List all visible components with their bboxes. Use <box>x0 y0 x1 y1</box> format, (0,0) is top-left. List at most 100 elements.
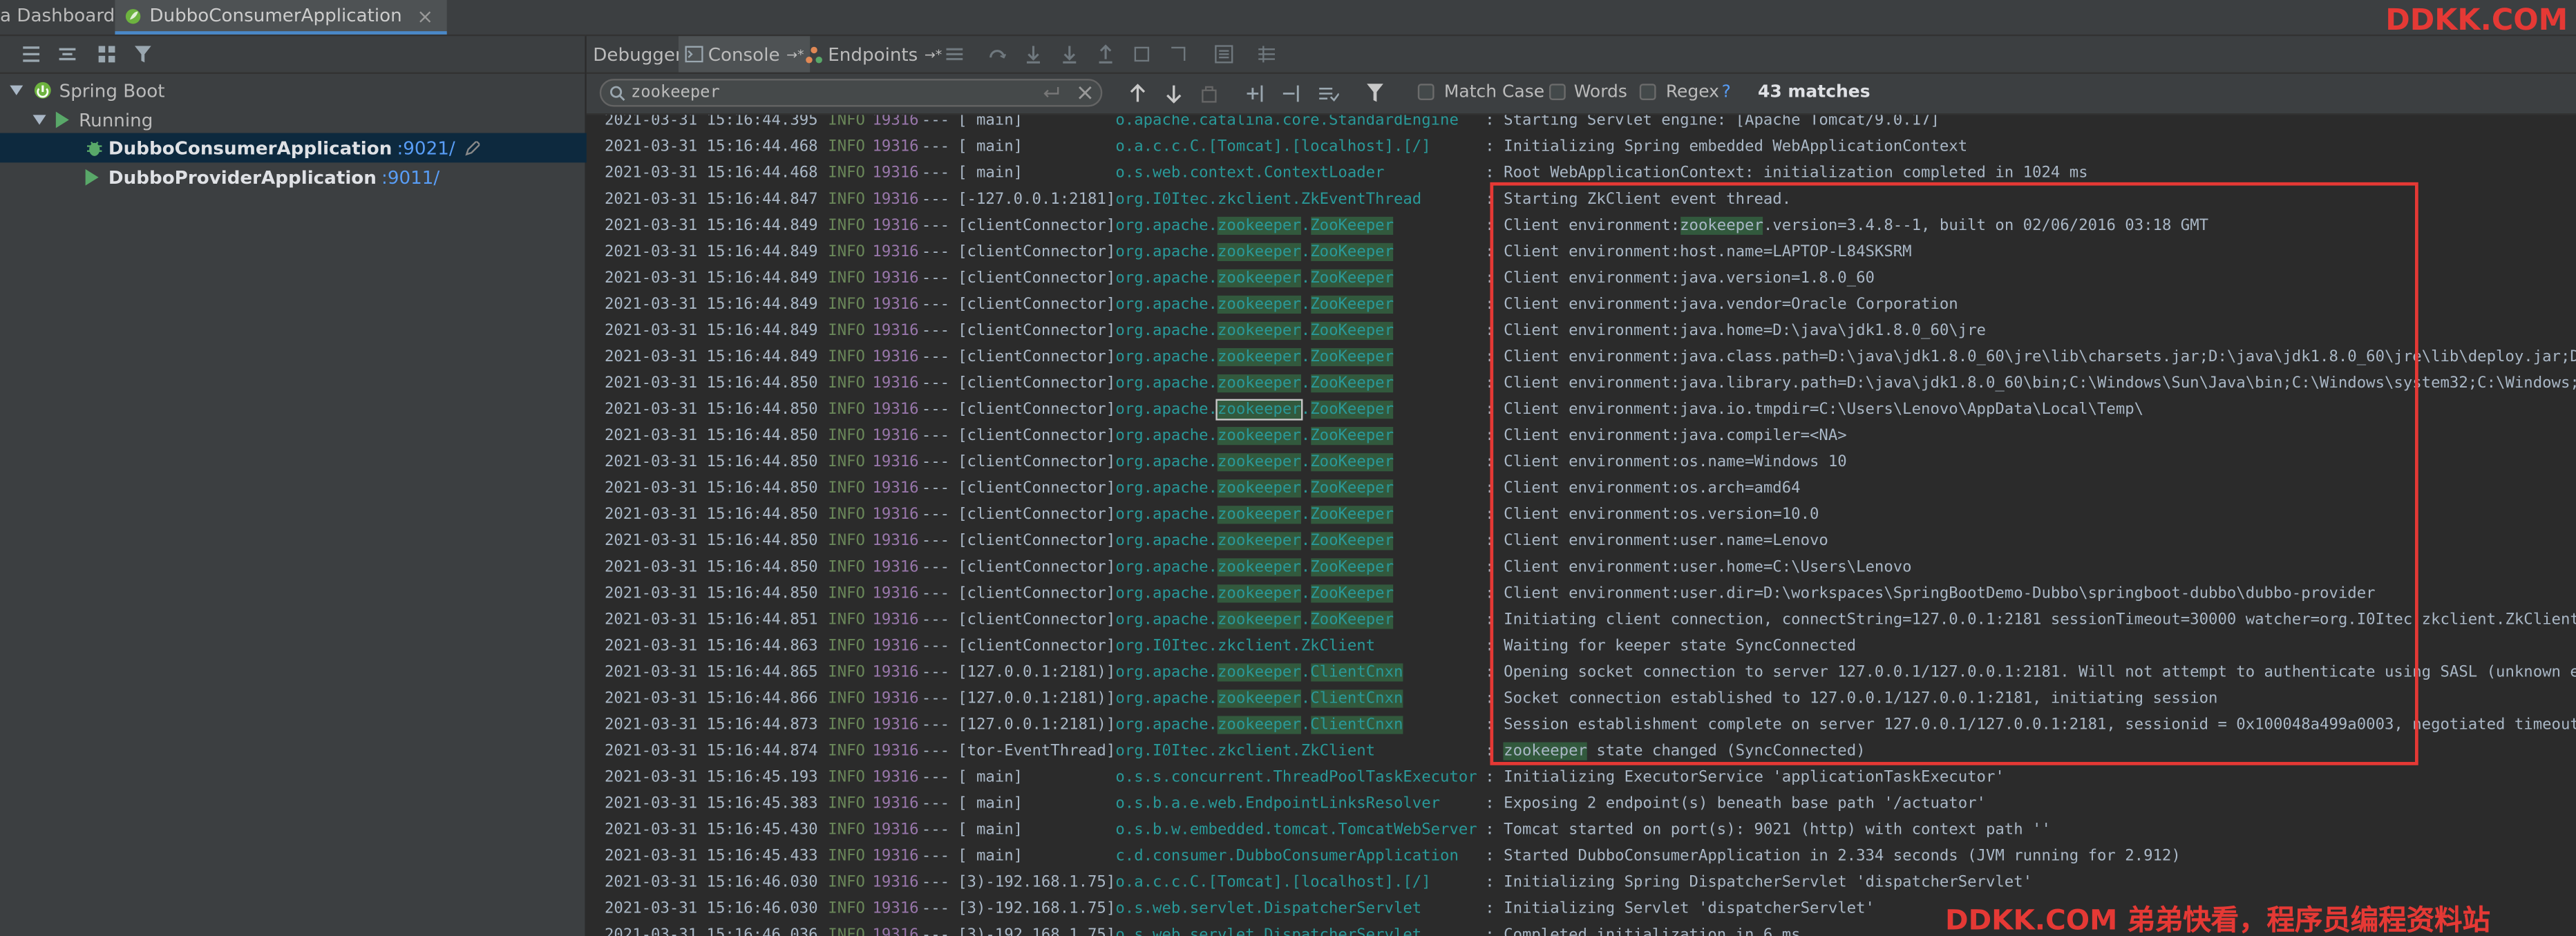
remove-selection-icon[interactable] <box>1281 84 1303 104</box>
log-thread: [127.0.0.1:2181)] <box>958 663 1116 682</box>
group-by-icon[interactable] <box>95 43 118 66</box>
match-case-label[interactable]: Match Case <box>1444 82 1544 102</box>
pin-icon[interactable]: →* <box>925 47 942 61</box>
filter-icon[interactable] <box>131 43 154 66</box>
log-level: INFO <box>828 663 865 682</box>
clear-search-icon[interactable] <box>1078 86 1092 100</box>
regex-label[interactable]: Regex <box>1666 82 1719 102</box>
collapse-all-icon[interactable] <box>56 43 79 66</box>
log-level: INFO <box>828 453 865 472</box>
log-logger: c.d.consumer.DubboConsumerApplication <box>1115 847 1459 866</box>
regex-help-link[interactable]: ? <box>1722 82 1731 102</box>
tab-endpoints[interactable]: Endpoints →* <box>805 36 942 72</box>
log-logger: org.I0Itec.zkclient.ZkClient <box>1115 742 1376 761</box>
search-match-highlight: ZooKeeper <box>1310 611 1394 629</box>
log-thread: [clientConnector] <box>958 295 1116 314</box>
pin-icon[interactable]: →* <box>786 47 804 61</box>
log-pid: 19316 <box>872 401 919 419</box>
add-selection-icon[interactable] <box>1245 84 1267 104</box>
log-separator: --- <box>921 242 950 261</box>
port-link[interactable]: :9021/ <box>397 137 455 158</box>
tree-node-running[interactable]: Running <box>0 105 618 135</box>
port-link[interactable]: :9011/ <box>381 166 439 188</box>
step-out-icon[interactable] <box>1096 44 1116 64</box>
log-separator: --- <box>921 295 950 314</box>
log-message: : Initializing ExecutorService 'applicat… <box>1485 768 2005 787</box>
arrow-down-icon[interactable] <box>1165 84 1183 104</box>
log-pid: 19316 <box>872 768 919 787</box>
log-pid: 19316 <box>872 374 919 393</box>
tree-node-spring-boot[interactable]: Spring Boot <box>0 75 595 105</box>
log-message: : Initializing Spring DispatcherServlet … <box>1485 873 2033 892</box>
log-logger: org.apache.zookeeper.ZooKeeper <box>1115 216 1394 235</box>
force-step-into-icon[interactable] <box>1060 44 1080 64</box>
run-to-cursor-icon[interactable] <box>1168 44 1188 64</box>
log-logger: org.apache.zookeeper.ClientCnxn <box>1115 716 1403 734</box>
arrow-up-icon[interactable] <box>1128 84 1146 104</box>
log-thread: [ main] <box>958 137 1023 156</box>
log-logger: org.apache.zookeeper.ZooKeeper <box>1115 532 1394 551</box>
tab-debugger[interactable]: Debugger <box>593 36 682 72</box>
log-thread: [clientConnector] <box>958 558 1116 577</box>
log-logger: o.apache.catalina.core.StandardEngine <box>1115 115 1459 130</box>
log-pid: 19316 <box>872 479 919 498</box>
log-thread: [-127.0.0.1:2181] <box>958 190 1116 209</box>
edit-pencil-icon[interactable] <box>465 140 480 155</box>
filter-icon[interactable] <box>1365 82 1385 104</box>
watermark-top: DDKK.COM <box>2385 3 2568 38</box>
tree-node-dubbo-provider[interactable]: DubboProviderApplication :9011/ <box>0 162 670 192</box>
log-separator: --- <box>921 453 950 472</box>
tab-console[interactable]: Console →* <box>678 36 811 73</box>
match-case-checkbox[interactable] <box>1417 84 1434 101</box>
log-timestamp: 2021-03-31 15:16:44.850 <box>604 558 818 577</box>
search-input[interactable] <box>630 82 1025 104</box>
search-match-highlight: zookeeper <box>1217 295 1301 314</box>
regex-checkbox[interactable] <box>1639 84 1656 101</box>
menu-icon[interactable] <box>945 44 965 64</box>
log-separator: --- <box>921 794 950 813</box>
log-logger: org.apache.zookeeper.ClientCnxn <box>1115 689 1403 708</box>
log-separator: --- <box>921 742 950 761</box>
expand-all-icon[interactable] <box>20 43 43 66</box>
search-match-highlight: zookeeper <box>1217 611 1301 629</box>
expand-arrow-icon[interactable] <box>10 85 23 95</box>
log-logger: o.a.c.c.C.[Tomcat].[localhost].[/] <box>1115 137 1431 156</box>
step-into-icon[interactable] <box>1023 44 1043 64</box>
tree-node-dubbo-consumer[interactable]: DubboConsumerApplication :9021/ <box>0 133 671 163</box>
log-level: INFO <box>828 427 865 446</box>
log-thread: [ main] <box>958 164 1023 182</box>
search-icon[interactable] <box>609 86 626 102</box>
log-message: : Starting Servlet engine: [Apache Tomca… <box>1485 115 1940 130</box>
search-match-highlight: ClientCnxn <box>1310 716 1403 734</box>
search-match-highlight: zookeeper <box>1217 269 1301 288</box>
log-timestamp: 2021-03-31 15:16:44.850 <box>604 401 818 419</box>
close-icon[interactable]: × <box>417 4 433 27</box>
log-timestamp: 2021-03-31 15:16:44.850 <box>604 453 818 472</box>
log-thread: [ main] <box>958 794 1023 813</box>
evaluate-icon[interactable] <box>1214 44 1234 64</box>
words-label[interactable]: Words <box>1574 82 1627 102</box>
tab-dubbo-consumer-application[interactable]: DubboConsumerApplication × <box>115 0 447 35</box>
select-all-occurrences-icon[interactable] <box>1318 84 1339 104</box>
log-separator: --- <box>921 506 950 524</box>
search-match-highlight: zookeeper <box>1217 347 1301 367</box>
log-level: INFO <box>828 115 865 130</box>
log-logger: org.apache.zookeeper.ZooKeeper <box>1115 347 1394 367</box>
log-timestamp: 2021-03-31 15:16:44.851 <box>604 611 818 629</box>
log-timestamp: 2021-03-31 15:16:46.036 <box>604 926 818 936</box>
log-level: INFO <box>828 347 865 367</box>
trace-icon[interactable] <box>1257 44 1277 64</box>
expand-arrow-icon[interactable] <box>32 115 46 125</box>
log-pid: 19316 <box>872 295 919 314</box>
newline-icon[interactable] <box>1041 86 1059 100</box>
log-logger: o.s.b.w.embedded.tomcat.TomcatWebServer <box>1115 821 1477 839</box>
log-thread: [clientConnector] <box>958 427 1116 446</box>
drop-frame-icon[interactable] <box>1132 44 1152 64</box>
services-toolbar <box>0 36 585 74</box>
find-all-icon[interactable] <box>1200 84 1220 104</box>
words-checkbox[interactable] <box>1549 84 1566 101</box>
log-logger: org.apache.zookeeper.ZooKeeper <box>1115 479 1394 498</box>
step-over-icon[interactable] <box>987 44 1007 64</box>
log-separator: --- <box>921 847 950 866</box>
log-level: INFO <box>828 926 865 936</box>
